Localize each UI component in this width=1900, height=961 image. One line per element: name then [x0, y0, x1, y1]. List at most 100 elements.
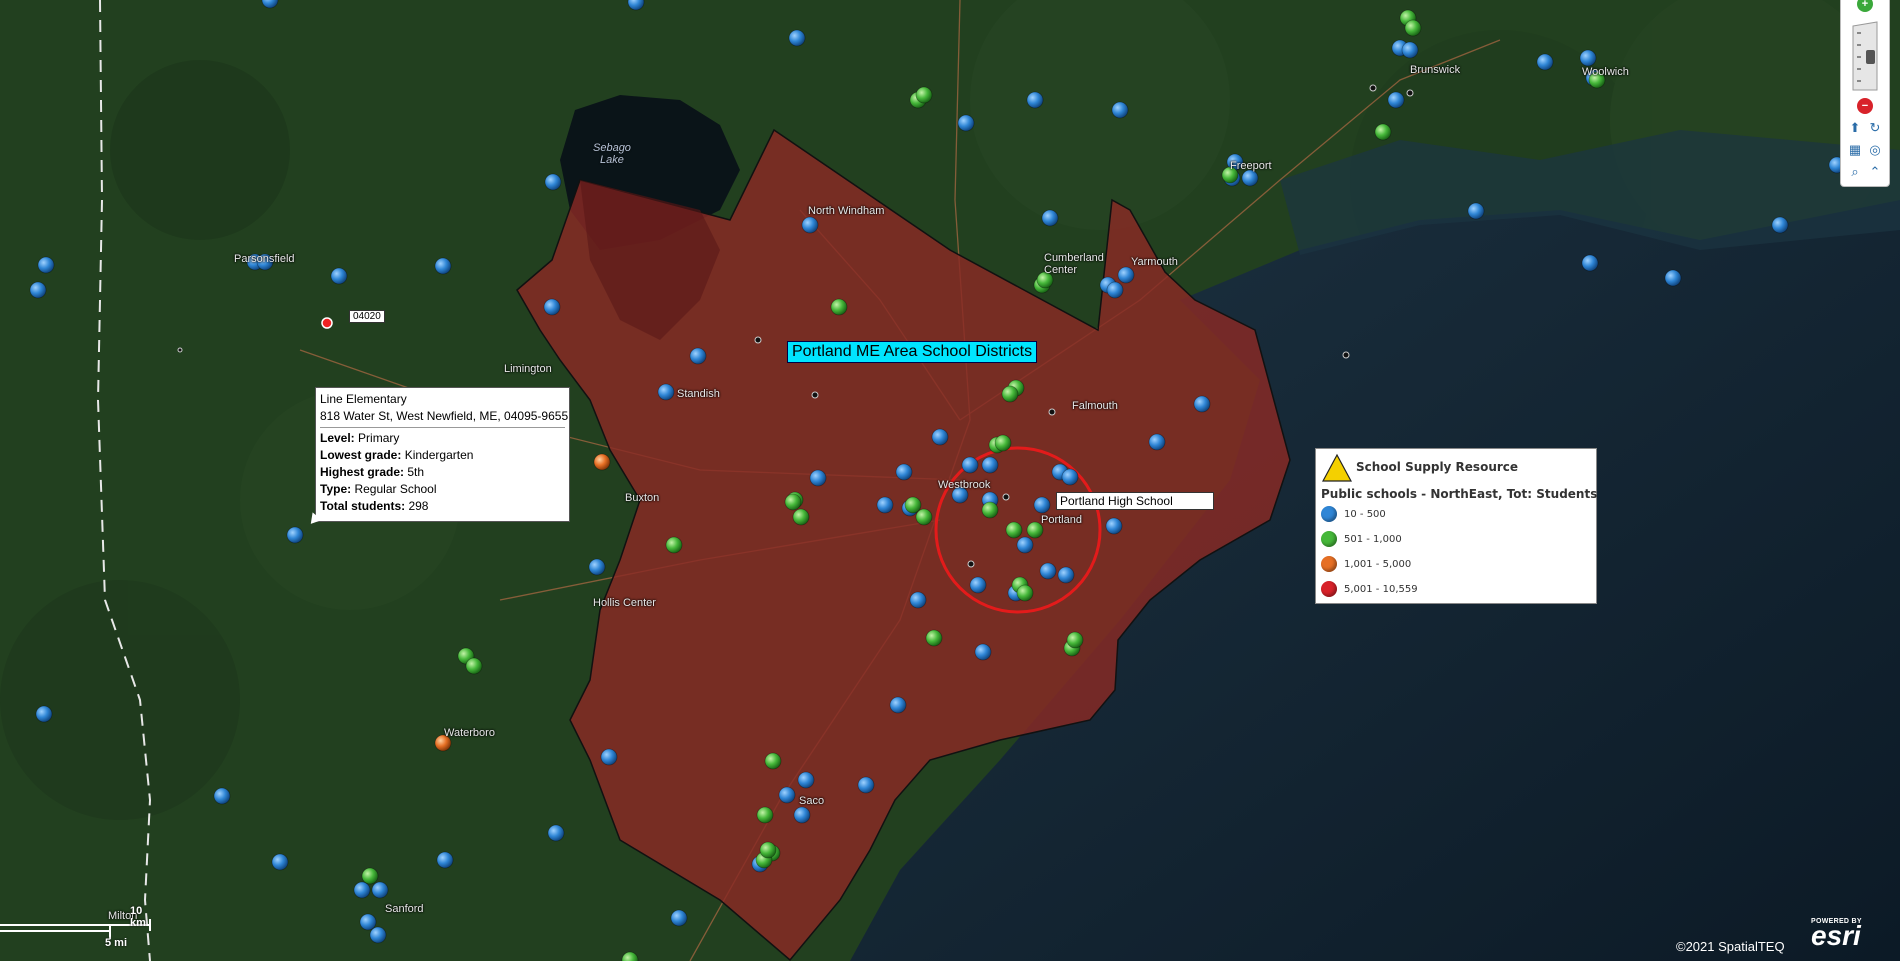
school-marker-blue[interactable] [1148, 433, 1166, 451]
school-marker-blue[interactable] [588, 558, 606, 576]
school-marker-green[interactable] [1001, 385, 1019, 403]
school-marker-blue[interactable] [436, 851, 454, 869]
popup-type-value: Regular School [354, 482, 437, 496]
cumberland-label: Cumberland Center [1044, 252, 1104, 276]
school-marker-green[interactable] [784, 493, 802, 511]
school-marker-blue[interactable] [909, 591, 927, 609]
school-marker-blue[interactable] [1105, 517, 1123, 535]
school-marker-blue[interactable] [957, 114, 975, 132]
school-marker-blue[interactable] [793, 806, 811, 824]
locate-icon[interactable]: ◎ [1867, 142, 1883, 158]
school-marker-green[interactable] [792, 508, 810, 526]
school-marker-blue[interactable] [547, 824, 565, 842]
school-marker-green[interactable] [1404, 19, 1422, 37]
school-marker-orange[interactable] [593, 453, 611, 471]
school-marker-blue[interactable] [1401, 41, 1419, 59]
school-marker-green[interactable] [756, 806, 774, 824]
school-marker-blue[interactable] [353, 881, 371, 899]
school-marker-blue[interactable] [1467, 202, 1485, 220]
school-marker-blue[interactable] [657, 383, 675, 401]
school-marker-blue[interactable] [788, 29, 806, 47]
school-marker-green[interactable] [925, 629, 943, 647]
school-marker-green[interactable] [764, 752, 782, 770]
school-marker-blue[interactable] [1664, 269, 1682, 287]
school-marker-green[interactable] [759, 841, 777, 859]
school-marker-blue[interactable] [876, 496, 894, 514]
school-marker-blue[interactable] [895, 463, 913, 481]
school-marker-blue[interactable] [931, 428, 949, 446]
school-marker-blue[interactable] [1111, 101, 1129, 119]
school-marker-green[interactable] [465, 657, 483, 675]
school-marker-blue[interactable] [981, 456, 999, 474]
school-marker-blue[interactable] [369, 926, 387, 944]
school-marker-green[interactable] [1374, 123, 1392, 141]
school-marker-blue[interactable] [1241, 169, 1259, 187]
school-marker-green[interactable] [1005, 521, 1023, 539]
school-marker-blue[interactable] [1117, 266, 1135, 284]
school-marker-blue[interactable] [889, 696, 907, 714]
pan-icon[interactable]: ⬆ [1847, 120, 1863, 136]
search-icon[interactable]: ⌕ [1847, 164, 1863, 180]
school-marker-blue[interactable] [689, 347, 707, 365]
school-marker-green[interactable] [1066, 631, 1084, 649]
school-marker-blue[interactable] [29, 281, 47, 299]
school-marker-blue[interactable] [434, 257, 452, 275]
school-marker-blue[interactable] [1039, 562, 1057, 580]
zoom-out-icon[interactable]: − [1857, 98, 1873, 114]
school-marker-blue[interactable] [778, 786, 796, 804]
school-marker-blue[interactable] [371, 881, 389, 899]
school-marker-blue[interactable] [1193, 395, 1211, 413]
legend-item: 501 - 1,000 [1321, 529, 1402, 549]
school-popup[interactable]: Line Elementary 818 Water St, West Newfi… [315, 387, 570, 522]
school-marker-blue[interactable] [809, 469, 827, 487]
school-marker-blue[interactable] [1387, 91, 1405, 109]
school-marker-green[interactable] [915, 508, 933, 526]
school-marker-blue[interactable] [974, 643, 992, 661]
school-marker-blue[interactable] [271, 853, 289, 871]
school-marker-blue[interactable] [857, 776, 875, 794]
school-marker-blue[interactable] [801, 216, 819, 234]
school-marker-blue[interactable] [1106, 281, 1124, 299]
layers-icon[interactable]: ▦ [1847, 142, 1863, 158]
school-marker-blue[interactable] [1057, 566, 1075, 584]
school-marker-green[interactable] [994, 434, 1012, 452]
school-marker-green[interactable] [915, 86, 933, 104]
school-marker-green[interactable] [665, 536, 683, 554]
zoom-in-icon[interactable]: + [1857, 0, 1873, 12]
school-marker-green[interactable] [361, 867, 379, 885]
popup-lowest-label: Lowest grade: [320, 448, 402, 462]
school-marker-blue[interactable] [1579, 49, 1597, 67]
school-marker-blue[interactable] [797, 771, 815, 789]
school-marker-green[interactable] [981, 501, 999, 519]
school-marker-blue[interactable] [1581, 254, 1599, 272]
school-marker-blue[interactable] [1033, 496, 1051, 514]
school-marker-green[interactable] [830, 298, 848, 316]
school-marker-blue[interactable] [1016, 536, 1034, 554]
school-marker-blue[interactable] [1041, 209, 1059, 227]
school-marker-blue[interactable] [359, 913, 377, 931]
school-marker-blue[interactable] [543, 298, 561, 316]
school-marker-blue[interactable] [1026, 91, 1044, 109]
sebago-lake-label: Sebago Lake [593, 142, 631, 166]
school-marker-blue[interactable] [670, 909, 688, 927]
school-marker-blue[interactable] [1771, 216, 1789, 234]
refresh-icon[interactable]: ↻ [1867, 120, 1883, 136]
school-marker-blue[interactable] [1536, 53, 1554, 71]
school-marker-blue[interactable] [213, 787, 231, 805]
highlight-school-label[interactable]: Portland High School [1056, 492, 1214, 510]
collapse-icon[interactable]: ⌃ [1867, 164, 1883, 180]
school-marker-blue[interactable] [600, 748, 618, 766]
zip-pin-icon[interactable] [321, 317, 333, 329]
school-marker-blue[interactable] [1061, 468, 1079, 486]
school-marker-blue[interactable] [969, 576, 987, 594]
school-marker-blue[interactable] [544, 173, 562, 191]
buxton-label: Buxton [625, 492, 660, 504]
school-marker-blue[interactable] [961, 456, 979, 474]
school-marker-blue[interactable] [330, 267, 348, 285]
popup-divider [320, 427, 565, 428]
school-marker-green[interactable] [1016, 584, 1034, 602]
zoom-slider[interactable] [1851, 20, 1879, 92]
school-marker-blue[interactable] [35, 705, 53, 723]
school-marker-blue[interactable] [286, 526, 304, 544]
school-marker-blue[interactable] [37, 256, 55, 274]
